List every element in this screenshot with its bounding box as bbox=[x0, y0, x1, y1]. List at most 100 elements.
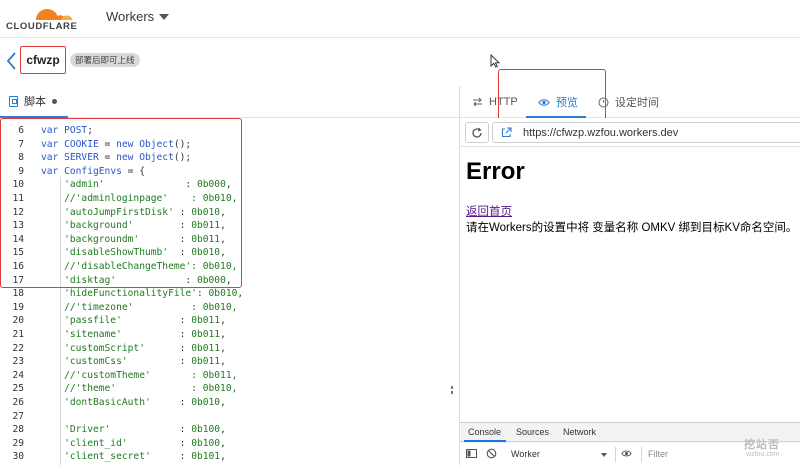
code-line[interactable]: 13 'background' : 0b011, bbox=[0, 219, 455, 233]
code-line[interactable]: 26 'dontBasicAuth' : 0b010, bbox=[0, 396, 455, 410]
line-source: 'disableShowThumb' : 0b010, bbox=[41, 247, 226, 259]
cloudflare-logo[interactable]: CLOUDFLARE bbox=[6, 3, 88, 33]
back-home-link[interactable]: 返回首页 bbox=[466, 203, 512, 219]
sidebar-toggle-icon[interactable] bbox=[466, 448, 477, 459]
line-number: 22 bbox=[12, 342, 24, 354]
code-line[interactable]: 10 'admin' : 0b000, bbox=[0, 178, 455, 192]
code-line[interactable]: 16 //'disableChangeTheme': 0b010, bbox=[0, 260, 455, 274]
line-number: 20 bbox=[12, 315, 24, 327]
eye-icon[interactable] bbox=[621, 448, 632, 459]
line-source: var ConfigEnvs = { bbox=[41, 165, 145, 177]
line-source: 'customCss' : 0b011, bbox=[41, 356, 226, 368]
line-number: 28 bbox=[12, 424, 24, 436]
watermark-main: 挖站否 bbox=[744, 439, 780, 451]
code-line[interactable]: 30 'client_secret' : 0b101, bbox=[0, 450, 455, 464]
active-tab-underline bbox=[464, 440, 506, 442]
tab-network[interactable]: Network bbox=[563, 427, 596, 437]
line-source: 'background' : 0b011, bbox=[41, 220, 226, 232]
mouse-cursor-icon bbox=[490, 54, 500, 68]
code-line[interactable]: 12 'autoJumpFirstDisk' : 0b010, bbox=[0, 206, 455, 220]
code-line[interactable]: 28 'Driver' : 0b100, bbox=[0, 423, 455, 437]
line-source: 'admin' : 0b000, bbox=[41, 179, 232, 191]
resize-handle-icon[interactable] bbox=[450, 386, 454, 395]
workers-section-dropdown[interactable]: Workers bbox=[106, 9, 170, 24]
preview-tab-bar: HTTP 预览 设定时间 bbox=[460, 86, 800, 118]
code-line[interactable]: 21 'sitename' : 0b011, bbox=[0, 328, 455, 342]
code-line[interactable]: 11 //'adminloginpage' : 0b010, bbox=[0, 192, 455, 206]
tab-http[interactable]: HTTP bbox=[472, 86, 518, 118]
deploy-status-badge: 部署后即可上线 bbox=[70, 53, 140, 67]
code-line[interactable]: 7 var COOKIE = new Object(); bbox=[0, 138, 455, 152]
line-source: 'autoJumpFirstDisk' : 0b010, bbox=[41, 206, 226, 218]
error-title: Error bbox=[466, 158, 525, 185]
clear-console-icon[interactable] bbox=[486, 448, 497, 459]
refresh-button[interactable] bbox=[465, 122, 489, 143]
url-text: https://cfwzp.wzfou.workers.dev bbox=[523, 127, 679, 139]
context-selector-value: Worker bbox=[511, 449, 540, 459]
tab-preview[interactable]: 预览 bbox=[538, 86, 578, 118]
url-field[interactable]: https://cfwzp.wzfou.workers.dev bbox=[492, 122, 800, 143]
line-number: 27 bbox=[12, 410, 24, 422]
line-number: 29 bbox=[12, 437, 24, 449]
tab-schedule[interactable]: 设定时间 bbox=[598, 86, 659, 118]
line-number: 19 bbox=[12, 301, 24, 313]
tab-schedule-label: 设定时间 bbox=[615, 97, 659, 109]
tab-preview-label: 预览 bbox=[556, 97, 578, 109]
line-number: 14 bbox=[12, 233, 24, 245]
code-line[interactable]: 17 'disktag' : 0b000, bbox=[0, 274, 455, 288]
eye-icon bbox=[538, 98, 550, 106]
clock-icon bbox=[598, 97, 609, 107]
code-line[interactable]: 25 //'theme' : 0b010, bbox=[0, 382, 455, 396]
line-number: 15 bbox=[12, 247, 24, 259]
preview-url-bar: https://cfwzp.wzfou.workers.dev bbox=[460, 118, 800, 147]
line-source: 'hideFunctionalityFile': 0b010, bbox=[41, 288, 244, 300]
line-number: 6 bbox=[18, 125, 24, 136]
code-line[interactable]: 24 //'customTheme' : 0b011, bbox=[0, 369, 455, 383]
logo-wordmark: CLOUDFLARE bbox=[6, 21, 78, 32]
workers-editor-window: CLOUDFLARE Workers cfwzp 部署后即可上线 脚本 6 var… bbox=[0, 0, 800, 465]
code-line[interactable]: 8 var SERVER = new Object(); bbox=[0, 151, 455, 165]
workers-section-label: Workers bbox=[106, 9, 155, 24]
code-line[interactable]: 9 var ConfigEnvs = { bbox=[0, 165, 455, 179]
line-source: 'client_id' : 0b100, bbox=[41, 437, 226, 449]
tab-script[interactable]: 脚本 bbox=[0, 86, 68, 118]
code-line[interactable]: 29 'client_id' : 0b100, bbox=[0, 437, 455, 451]
worker-header: cfwzp 部署后即可上线 bbox=[0, 39, 800, 85]
back-arrow-icon[interactable] bbox=[5, 51, 19, 71]
tab-console[interactable]: Console bbox=[468, 427, 501, 437]
worker-name: cfwzp bbox=[20, 46, 66, 74]
line-source: 'passfile' : 0b011, bbox=[41, 315, 226, 327]
context-selector[interactable]: Worker bbox=[506, 447, 616, 462]
code-line[interactable]: 6 var POST; bbox=[0, 124, 455, 138]
tab-sources[interactable]: Sources bbox=[516, 427, 549, 437]
swap-arrows-icon bbox=[473, 97, 482, 107]
code-line[interactable]: 14 'backgroundm' : 0b011, bbox=[0, 233, 455, 247]
code-line[interactable]: 22 'customScript' : 0b011, bbox=[0, 342, 455, 356]
code-editor[interactable]: 6 var POST; 7 var COOKIE = new Object(); 8 va… bbox=[0, 118, 459, 465]
line-source: //'theme' : 0b010, bbox=[41, 383, 238, 395]
editor-tab-bar: 脚本 bbox=[0, 86, 459, 118]
line-number: 17 bbox=[12, 274, 24, 286]
tab-http-label: HTTP bbox=[489, 96, 518, 108]
cloud-icon bbox=[36, 9, 73, 20]
line-number: 30 bbox=[12, 451, 24, 463]
line-source: 'disktag' : 0b000, bbox=[41, 274, 232, 286]
line-number: 9 bbox=[18, 165, 24, 177]
line-number: 21 bbox=[12, 329, 24, 340]
code-line[interactable]: 20 'passfile' : 0b011, bbox=[0, 314, 455, 328]
line-source: //'disableChangeTheme': 0b010, bbox=[41, 261, 238, 272]
watermark: 挖站否 wzfou.com bbox=[722, 436, 800, 464]
code-line[interactable]: 18 'hideFunctionalityFile': 0b010, bbox=[0, 287, 455, 301]
code-line[interactable]: 15 'disableShowThumb' : 0b010, bbox=[0, 246, 455, 260]
chevron-down-icon bbox=[159, 14, 170, 20]
watermark-sub: wzfou.com bbox=[746, 451, 780, 458]
line-number: 7 bbox=[18, 138, 24, 150]
line-source: //'timezone' : 0b010, bbox=[41, 301, 238, 313]
external-link-icon bbox=[501, 127, 512, 138]
line-number: 10 bbox=[12, 179, 24, 191]
preview-page: Error 返回首页 请在Workers的设置中将 变量名称 OMKV 绑到目标… bbox=[460, 148, 800, 422]
line-source: //'adminloginpage' : 0b010, bbox=[41, 193, 238, 204]
code-line[interactable]: 27 bbox=[0, 410, 455, 424]
code-line[interactable]: 19 //'timezone' : 0b010, bbox=[0, 301, 455, 315]
code-line[interactable]: 23 'customCss' : 0b011, bbox=[0, 355, 455, 369]
